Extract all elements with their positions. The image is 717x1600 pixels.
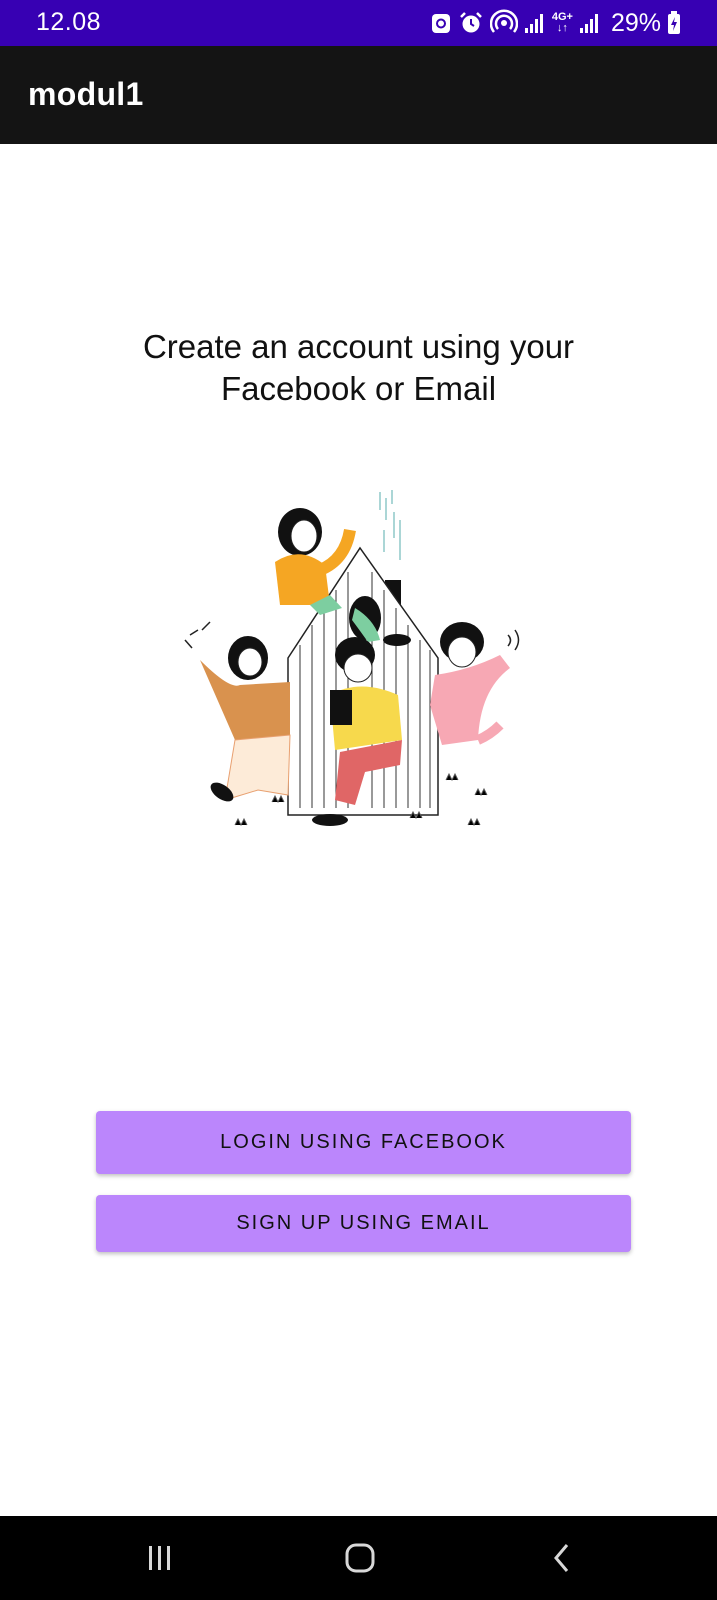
login-facebook-button[interactable]: LOGIN USING FACEBOOK — [96, 1111, 631, 1174]
system-nav-bar — [0, 1516, 717, 1600]
signal-icon — [524, 14, 543, 33]
headline-line-2: Facebook or Email — [220, 370, 497, 407]
home-icon — [345, 1543, 375, 1573]
battery-percent: 29% — [610, 8, 661, 37]
signup-email-button[interactable]: SIGN UP USING EMAIL — [96, 1195, 631, 1252]
status-time: 12.08 — [36, 8, 102, 36]
status-bar: 12.08 4G+ ↓↑ 29% — [0, 0, 717, 46]
home-button[interactable] — [300, 1516, 420, 1600]
recents-button[interactable] — [100, 1516, 220, 1600]
notification-icon — [431, 14, 450, 33]
status-icons: 4G+ ↓↑ 29% — [430, 7, 681, 39]
friends-house-illustration — [184, 490, 520, 827]
hotspot-icon — [489, 9, 518, 33]
app-bar: modul1 — [0, 46, 717, 144]
signal-icon — [579, 14, 598, 33]
battery-charging-icon — [668, 11, 680, 34]
back-icon — [554, 1544, 569, 1572]
back-button[interactable] — [502, 1516, 622, 1600]
app-title: modul1 — [28, 76, 144, 112]
headline-line-1: Create an account using your — [142, 328, 575, 365]
page-headline: Create an account using your Facebook or… — [60, 326, 657, 410]
recents-icon — [149, 1546, 170, 1570]
network-4g-icon: 4G+ ↓↑ — [551, 11, 573, 34]
alarm-icon — [459, 12, 482, 33]
